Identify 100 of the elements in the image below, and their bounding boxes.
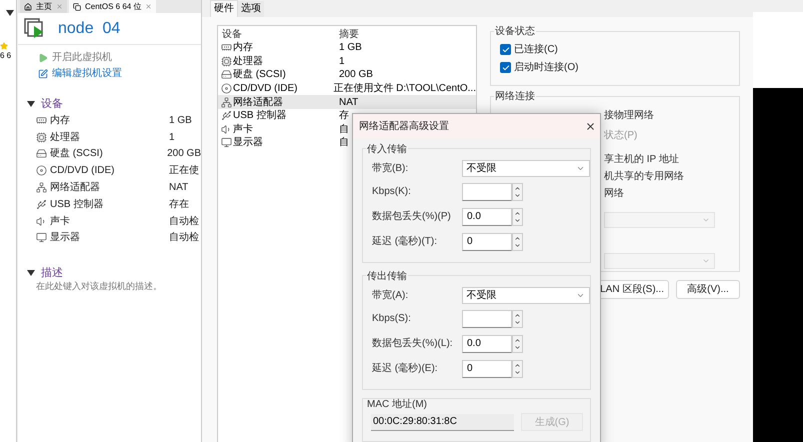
collapse-arrow-icon[interactable] <box>27 101 35 107</box>
vm-tab[interactable]: CentOS 6 64 位 <box>69 0 156 13</box>
number-field[interactable]: 0.0 <box>462 208 512 226</box>
section-heading: 设备 <box>41 96 63 112</box>
device-summary: 自 <box>338 122 349 137</box>
dropdown-arrow-icon[interactable] <box>6 10 14 16</box>
option-label: 机共享的专用网络 <box>604 170 685 184</box>
number-field[interactable] <box>462 310 512 328</box>
up-icon <box>514 336 521 344</box>
description-hint[interactable]: 在此处键入对该虚拟机的描述。 <box>18 280 201 294</box>
option-label: 享主机的 IP 地址 <box>604 152 680 167</box>
close-icon[interactable] <box>585 120 596 132</box>
vm-name: node 04 <box>58 18 120 38</box>
device-summary: 正在使用文件 D:\TOOL\CentO... <box>332 82 476 96</box>
field-label: 带宽(B): <box>372 162 410 176</box>
down-icon <box>514 216 521 224</box>
spin-buttons[interactable] <box>512 310 523 328</box>
device-summary: 1 GB <box>338 41 362 56</box>
device-value: 正在使 <box>169 164 199 178</box>
cpu-icon <box>36 132 47 143</box>
device-name: 处理器 <box>233 54 263 69</box>
device-row[interactable]: 硬盘 (SCSI) 200 GB <box>218 68 476 82</box>
device-value: 自动检 <box>169 214 199 229</box>
chevron-down-icon <box>702 257 710 265</box>
device-summary: 自 <box>338 136 349 150</box>
monitor-icon <box>36 232 47 244</box>
spin-buttons[interactable] <box>512 208 523 226</box>
checkbox-label: 启动时连接(O) <box>514 60 578 75</box>
collapse-arrow-icon[interactable] <box>27 270 35 276</box>
device-name: CD/DVD (IDE) <box>233 82 298 96</box>
device-row[interactable]: 网络适配器 NAT <box>218 95 476 109</box>
spin-buttons[interactable] <box>512 232 523 250</box>
device-name[interactable]: 声卡 <box>50 214 70 229</box>
checkbox-label: 已连接(C) <box>514 42 558 57</box>
device-value: 存在 <box>169 198 189 212</box>
number-field[interactable]: 0.0 <box>462 334 512 352</box>
bandwidth-dropdown[interactable]: 不受限 <box>462 160 590 176</box>
settings-tab[interactable]: 选项 <box>238 1 264 17</box>
mac-address-field[interactable]: 00:0C:29:80:31:8C <box>371 414 514 430</box>
device-name[interactable]: 硬盘 (SCSI) <box>50 146 103 162</box>
network-icon <box>221 96 232 108</box>
bandwidth-dropdown[interactable]: 不受限 <box>462 286 590 304</box>
chevron-down-icon <box>702 216 710 224</box>
device-value: NAT <box>169 181 188 196</box>
device-value: 1 <box>169 130 175 145</box>
device-name: 内存 <box>233 40 253 56</box>
settings-tab[interactable]: 硬件 <box>210 0 238 17</box>
number-field[interactable]: 0 <box>462 232 512 250</box>
field-label: 数据包丢失(%)(P) <box>372 210 452 224</box>
disc-icon <box>36 165 47 176</box>
checkbox[interactable] <box>500 62 511 73</box>
device-name[interactable]: CD/DVD (IDE) <box>50 163 114 178</box>
device-value: 1 GB <box>169 114 192 128</box>
device-name[interactable]: 内存 <box>50 112 70 128</box>
device-value: 200 GB <box>167 147 201 162</box>
device-row[interactable]: 处理器 1 <box>218 54 476 68</box>
checkbox[interactable] <box>500 44 511 55</box>
field-label: Kbps(S): <box>372 312 412 326</box>
device-name[interactable]: 显示器 <box>50 230 80 246</box>
edit-icon <box>38 69 48 79</box>
field-label: 延迟 (毫秒)(E): <box>372 362 439 376</box>
spin-buttons[interactable] <box>512 360 523 378</box>
device-row[interactable]: CD/DVD (IDE) 正在使用文件 D:\TOOL\CentO... <box>218 82 476 96</box>
down-icon <box>514 242 521 248</box>
home-icon <box>24 2 32 10</box>
section-heading: 描述 <box>41 266 63 282</box>
play-icon <box>38 53 48 63</box>
number-field[interactable] <box>462 182 512 200</box>
advanced-button[interactable]: 高级(V)... <box>676 280 740 299</box>
up-icon <box>514 312 521 318</box>
edit-settings-link[interactable]: 编辑虚拟机设置 <box>38 67 201 81</box>
device-name[interactable]: 处理器 <box>50 130 80 145</box>
device-summary: 存 <box>338 109 349 124</box>
up-icon <box>514 184 521 192</box>
field-label: 带宽(A): <box>372 288 410 302</box>
library-item[interactable]: 6 6 <box>0 50 12 62</box>
device-name[interactable]: USB 控制器 <box>50 196 104 212</box>
option-label: 接物理网络 <box>604 108 655 123</box>
field-label: 数据包丢失(%)(L): <box>372 336 454 351</box>
spin-buttons[interactable] <box>512 334 523 352</box>
check-icon <box>502 64 510 72</box>
device-summary: NAT <box>338 96 358 110</box>
disc-icon <box>221 83 232 94</box>
up-icon <box>514 210 521 216</box>
device-summary: 1 <box>338 54 345 69</box>
device-name: 网络适配器 <box>233 96 283 110</box>
check-icon <box>502 46 510 54</box>
power-on-link[interactable]: 开启此虚拟机 <box>38 51 201 65</box>
speaker-icon <box>221 124 232 135</box>
column-header: 设备 <box>221 28 243 42</box>
device-name[interactable]: 网络适配器 <box>50 180 100 196</box>
down-icon <box>514 318 521 326</box>
vm-tab[interactable]: 主页 <box>20 0 67 13</box>
device-row[interactable]: 内存 1 GB <box>218 41 476 55</box>
usb-icon <box>36 198 47 210</box>
spin-buttons[interactable] <box>512 182 523 200</box>
device-name: 硬盘 (SCSI) <box>233 68 286 82</box>
number-field[interactable]: 0 <box>462 360 512 378</box>
column-header: 摘要 <box>338 28 359 42</box>
field-label: 延迟 (毫秒)(T): <box>372 234 438 249</box>
